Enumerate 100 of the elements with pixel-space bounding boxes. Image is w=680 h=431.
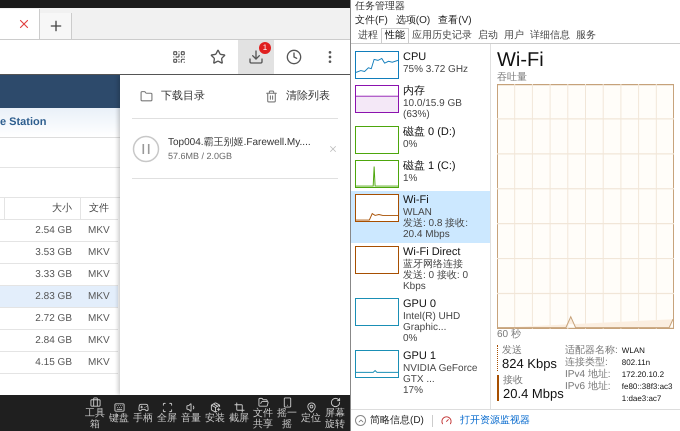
table-cell-text: 4.15 GB — [34, 356, 73, 370]
tab[interactable]: 性能 — [381, 28, 409, 43]
tool-button[interactable]: 截屏 — [228, 402, 250, 424]
stat-label: 发送 — [502, 345, 523, 356]
stat-value: 20.4 Mbps — [503, 386, 561, 401]
table-cell-text: 2.84 GB — [34, 334, 73, 348]
download-button[interactable]: 1 — [238, 40, 274, 74]
column-header: 大小 — [4, 198, 80, 219]
tool-button[interactable]: 手柄 — [132, 402, 154, 424]
notification-badge: 1 — [259, 42, 271, 54]
resource-monitor-link[interactable]: 打开资源监视器 — [460, 413, 530, 428]
tab[interactable]: 用户 — [501, 29, 527, 43]
property-value: 802.11n — [622, 357, 652, 369]
property-label: 适配器名称: — [565, 345, 618, 356]
resource-detail: 蓝牙网络连接 — [403, 259, 464, 270]
gauge-icon — [440, 415, 452, 426]
property-value: 172.20.10.2 — [622, 369, 666, 381]
volume-icon — [186, 402, 196, 413]
download-folder-button[interactable]: 下载目录 — [140, 88, 205, 105]
tool-button[interactable]: 摇一摇 — [276, 396, 298, 430]
column-header: 文件 — [80, 198, 109, 219]
trash-icon — [265, 90, 278, 103]
tool-button[interactable]: 屏幕旋转 — [324, 396, 346, 430]
section-title: e Station — [0, 115, 46, 130]
close-icon[interactable] — [17, 17, 31, 31]
history-icon[interactable] — [286, 49, 302, 65]
folder-icon — [140, 90, 153, 103]
clear-list-button[interactable]: 清除列表 — [265, 88, 330, 105]
chart-label: 吞吐量 — [497, 72, 528, 84]
phone-icon — [282, 396, 292, 408]
resource-detail: 发送: 0 接收: 0 Kbps — [403, 270, 470, 292]
time-label: 60 秒 — [497, 329, 522, 341]
gamepad-icon — [138, 402, 148, 413]
table-cell-text: MKV — [87, 268, 110, 282]
property-value: fe80::38f3:ac31:dae3:ac7 — [622, 381, 674, 405]
tab[interactable]: 进程 — [355, 29, 381, 43]
resource-detail: Intel(R) UHD Graphic... — [403, 311, 462, 333]
table-cell-text: MKV — [87, 224, 110, 238]
menu-item[interactable]: 选项(O) — [396, 15, 430, 27]
tab[interactable]: 应用历史记录 — [409, 29, 475, 43]
resource-detail: 10.0/15.9 GB (63%) — [403, 98, 463, 120]
resource-name: 磁盘 0 (D:) — [403, 126, 456, 139]
star-icon[interactable] — [210, 49, 226, 65]
table-row[interactable]: 2.83 GB MKV — [0, 286, 118, 308]
plus-icon — [48, 18, 64, 34]
table-cell-text: 3.53 GB — [34, 246, 73, 260]
resource-detail: NVIDIA GeForce GTX ... — [403, 363, 478, 385]
resource-name: Wi-Fi — [403, 194, 430, 207]
resource-item[interactable]: Wi-Fi WLAN 发送: 0.8 接收: 20.4 Mbps — [351, 191, 490, 243]
tool-button[interactable]: 全屏 — [156, 402, 178, 424]
resource-detail: 0% — [403, 139, 418, 150]
qr-code-icon[interactable] — [172, 50, 186, 64]
keyboard-icon — [114, 402, 124, 413]
tool-button[interactable]: 文件共享 — [252, 396, 274, 430]
table-cell-text: 2.72 GB — [34, 312, 73, 326]
download-icon — [248, 49, 264, 65]
table-cell-text: MKV — [87, 290, 110, 304]
tab[interactable]: 服务 — [573, 29, 599, 43]
tool-button[interactable]: 键盘 — [108, 402, 130, 424]
tab[interactable]: 启动 — [475, 29, 501, 43]
downloaded-size-text: 57.6MB / 2.0GB — [168, 150, 234, 162]
table-cell-text: MKV — [87, 246, 110, 260]
menu-item[interactable]: 查看(V) — [438, 15, 472, 27]
table-cell-text: MKV — [87, 312, 110, 326]
crop-icon — [234, 402, 244, 413]
rotate-icon — [330, 396, 340, 408]
section-title: Wi-Fi — [497, 48, 545, 72]
table-cell-text: 2.54 GB — [34, 224, 73, 238]
menu-item[interactable]: 文件(F) — [355, 15, 388, 27]
fewer-details-button[interactable]: 简略信息(D) — [355, 413, 424, 428]
new-tab-button[interactable] — [40, 13, 72, 39]
resource-detail: 发送: 0.8 接收: 20.4 Mbps — [403, 218, 470, 240]
resource-name: CPU — [403, 51, 428, 64]
pause-icon[interactable] — [132, 134, 160, 162]
property-label: 连接类型: — [565, 357, 609, 368]
property-value: WLAN — [622, 345, 646, 357]
stat-value: 824 Kbps — [502, 356, 558, 371]
tool-button[interactable]: 音量 — [180, 402, 202, 424]
map-pin-icon — [306, 402, 316, 413]
tool-button[interactable]: 安装 — [204, 402, 226, 424]
tool-button[interactable]: 工具箱 — [84, 396, 106, 430]
table-cell-text: MKV — [87, 334, 110, 348]
table-cell-text: 3.33 GB — [34, 268, 73, 282]
resource-detail: 1% — [403, 173, 418, 184]
resource-detail: 17% — [403, 385, 424, 396]
stat-label: 接收 — [503, 375, 524, 386]
toolbox-icon — [90, 396, 100, 408]
resource-detail: 0% — [403, 333, 418, 344]
resource-name: GPU 1 — [403, 350, 438, 363]
table-cell-text: MKV — [87, 356, 110, 370]
tool-button[interactable]: 定位 — [300, 402, 322, 424]
tab[interactable]: 详细信息 — [527, 29, 573, 43]
window-title: 任务管理器 — [355, 1, 405, 13]
resource-detail: WLAN — [403, 207, 433, 218]
resource-name: 内存 — [403, 85, 426, 98]
resource-name: 磁盘 1 (C:) — [403, 160, 456, 173]
table-cell-text: 2.83 GB — [34, 290, 73, 304]
folder-icon — [258, 396, 268, 408]
chevron-up-icon — [355, 415, 366, 426]
package-icon — [210, 402, 220, 413]
